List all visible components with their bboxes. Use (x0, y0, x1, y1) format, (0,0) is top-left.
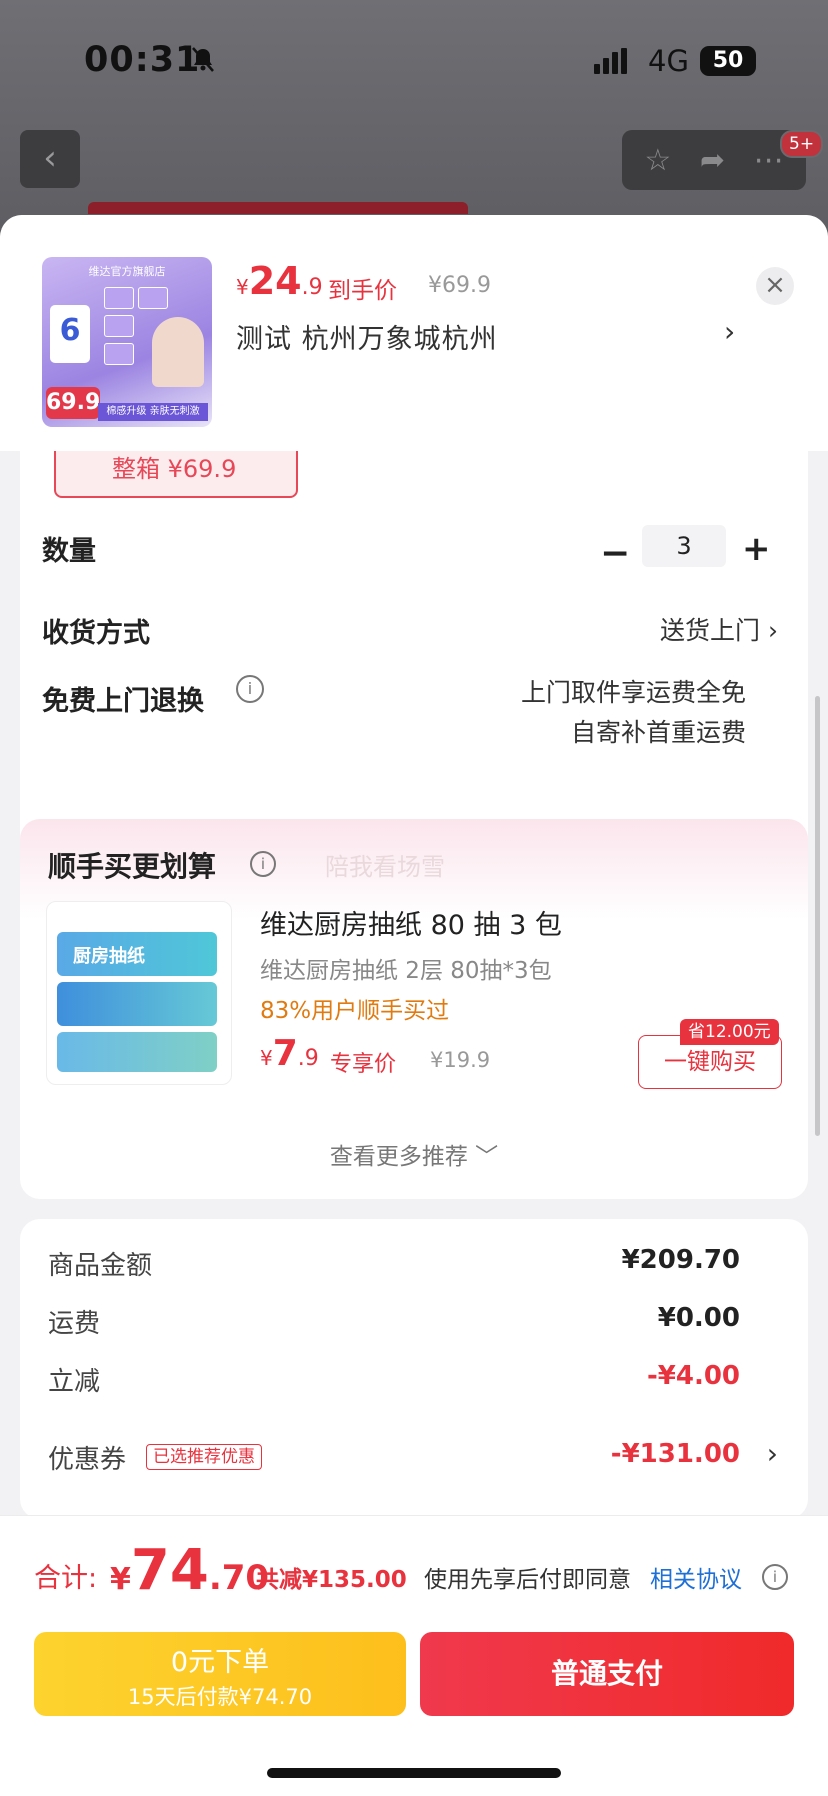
thumb-price: 69.9 (46, 387, 100, 419)
home-indicator[interactable] (267, 1768, 561, 1778)
final-price-label: 到手价 (328, 278, 397, 304)
price-breakdown-card: 商品金额 ¥209.70 运费 ¥0.00 立减 -¥4.00 优惠券 已选推荐… (20, 1219, 808, 1519)
back-button[interactable]: ‹ (20, 130, 80, 188)
quantity-plus-button[interactable]: + (742, 529, 771, 569)
total-reduced: 共减¥135.00 (256, 1567, 407, 1593)
recommend-card: 顺手买更划算 i 陪我看场雪 厨房抽纸 维达厨房抽纸 80 抽 3 包 维达厨房… (20, 819, 808, 1199)
thumb-count: 6 (50, 305, 90, 363)
coupon-label: 优惠券 (48, 1445, 127, 1475)
recommend-product-image[interactable]: 厨房抽纸 (46, 901, 232, 1085)
quantity-minus-button[interactable]: − (600, 533, 630, 574)
top-action-group: ☆ ➦ ⋯ (622, 130, 806, 190)
info-icon[interactable]: i (236, 675, 264, 703)
recommend-original-price: ¥19.9 (430, 1048, 491, 1072)
discount-value: -¥4.00 (646, 1361, 740, 1391)
total-label: 合计: (34, 1563, 98, 1594)
recommend-product-spec: 维达厨房抽纸 2层 80抽*3包 (260, 958, 552, 984)
total-amount: ¥74.70 (110, 1538, 270, 1603)
chevron-right-icon[interactable]: › (724, 315, 735, 348)
close-button[interactable]: × (756, 267, 794, 305)
discount-label: 立减 (48, 1367, 101, 1397)
thumb-model-image (152, 317, 204, 387)
coupon-value[interactable]: -¥131.00 (611, 1439, 740, 1469)
product-thumbnail[interactable]: 维达官方旗舰店 6 69.9 棉感升级 亲肤无刺激 (42, 257, 212, 427)
recommend-product-name[interactable]: 维达厨房抽纸 80 抽 3 包 (260, 903, 562, 942)
recommend-title: 顺手买更划算 (48, 850, 217, 883)
agreement-link[interactable]: 相关协议 (650, 1560, 742, 1594)
message-badge: 5+ (780, 130, 824, 158)
subtotal-value: ¥209.70 (621, 1245, 740, 1275)
recommend-product-rate: 83%用户顺手买过 (260, 998, 450, 1024)
order-sheet: 维达官方旗舰店 6 69.9 棉感升级 亲肤无刺激 ¥24.9 到手价 ¥69.… (0, 215, 828, 1796)
scrollbar[interactable] (815, 696, 820, 1136)
checkout-bar: 合计: ¥74.70 共减¥135.00 使用先享后付即同意 相关协议 i 0元… (0, 1515, 828, 1796)
watermark-text: 陪我看场雪 (325, 853, 445, 881)
delivery-address[interactable]: 测试 杭州万象城杭州 (236, 317, 498, 356)
info-icon[interactable]: i (762, 1564, 788, 1590)
shipping-label: 运费 (48, 1309, 101, 1339)
return-line-2: 自寄补首重运费 (570, 718, 746, 747)
share-icon[interactable]: ➦ (700, 143, 725, 178)
pay-later-button[interactable]: 0元下单 15天后付款¥74.70 (34, 1632, 406, 1716)
chevron-right-icon[interactable]: › (767, 1437, 778, 1470)
final-price: ¥24.9 (236, 259, 323, 303)
delivery-method-label: 收货方式 (42, 618, 150, 649)
quantity-input[interactable]: 3 (642, 525, 726, 567)
thumb-shop-name: 维达官方旗舰店 (88, 265, 166, 278)
status-time: 00:31 (84, 40, 201, 80)
star-icon[interactable]: ☆ (644, 143, 671, 178)
normal-pay-button[interactable]: 普通支付 (420, 1632, 794, 1716)
recommend-product-price: ¥7.9 (260, 1033, 319, 1074)
network-type: 4G (648, 44, 689, 78)
more-recommend-link[interactable]: 查看更多推荐 ﹀ (20, 1137, 808, 1171)
return-line-1: 上门取件享运费全免 (520, 678, 746, 707)
signal-icon (594, 48, 630, 74)
agreement-text: 使用先享后付即同意 (424, 1567, 631, 1593)
exclusive-price-label: 专享价 (330, 1052, 397, 1077)
battery-icon: 50 (700, 46, 756, 76)
info-icon[interactable]: i (250, 851, 276, 877)
delivery-method-value[interactable]: 送货上门 › (660, 611, 778, 647)
sheet-header: 维达官方旗舰店 6 69.9 棉感升级 亲肤无刺激 ¥24.9 到手价 ¥69.… (0, 215, 828, 451)
original-price: ¥69.9 (428, 273, 491, 298)
background-banner-strip (88, 202, 468, 214)
coupon-tag: 已选推荐优惠 (146, 1444, 262, 1470)
thumb-band: 棉感升级 亲肤无刺激 (98, 403, 208, 421)
quantity-label: 数量 (42, 536, 96, 567)
bell-muted-icon (192, 47, 214, 72)
subtotal-label: 商品金额 (48, 1251, 153, 1281)
free-return-label: 免费上门退换 (42, 686, 204, 717)
shipping-value: ¥0.00 (657, 1303, 740, 1333)
save-amount-badge: 省12.00元 (680, 1019, 779, 1045)
